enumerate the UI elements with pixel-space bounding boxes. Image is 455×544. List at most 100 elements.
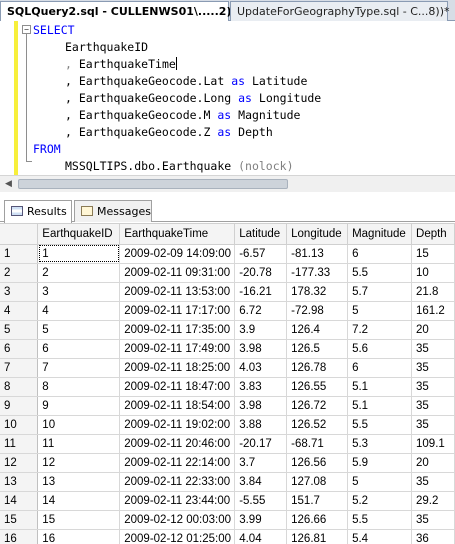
cell-longitude[interactable]: 126.72 (286, 396, 349, 416)
cell-rownum[interactable]: 1 (0, 244, 39, 264)
cell-depth[interactable]: 35 (411, 339, 455, 359)
table-row[interactable]: 1 1 2009-02-09 14:09:00 -6.57 -81.13 6 15 (0, 244, 455, 264)
cell-magnitude[interactable]: 5.3 (347, 434, 413, 454)
cell-earthquake-id[interactable]: 10 (37, 415, 121, 435)
sql-editor[interactable]: − SELECT EarthquakeID , EarthquakeTime ,… (0, 21, 455, 175)
cell-earthquake-time[interactable]: 2009-02-11 22:33:00 (119, 472, 236, 492)
cell-latitude[interactable]: 3.88 (234, 415, 288, 435)
cell-depth[interactable]: 35 (411, 396, 455, 416)
table-row[interactable]: 4 4 2009-02-11 17:17:00 6.72 -72.98 5 161.2 (0, 301, 455, 321)
cell-depth[interactable]: 20 (411, 320, 455, 340)
table-row[interactable]: 13 13 2009-02-11 22:33:00 3.84 127.08 5 35 (0, 472, 455, 492)
cell-latitude[interactable]: 3.98 (234, 339, 288, 359)
results-grid[interactable]: EarthquakeID EarthquakeTime Latitude Lon… (0, 223, 455, 544)
cell-earthquake-time[interactable]: 2009-02-11 18:47:00 (119, 377, 236, 397)
cell-latitude[interactable]: -16.21 (234, 282, 288, 302)
cell-earthquake-id[interactable]: 12 (37, 453, 121, 473)
cell-earthquake-time[interactable]: 2009-02-11 18:25:00 (119, 358, 236, 378)
table-row[interactable]: 15 15 2009-02-12 00:03:00 3.99 126.66 5.5 35 (0, 510, 455, 530)
table-row[interactable]: 11 11 2009-02-11 20:46:00 -20.17 -68.71 5.3 10… (0, 434, 455, 454)
cell-latitude[interactable]: 3.83 (234, 377, 288, 397)
tab-update-for-geography-type[interactable]: UpdateForGeographyType.sql - C...8))* (230, 1, 450, 21)
cell-earthquake-time[interactable]: 2009-02-11 20:46:00 (119, 434, 236, 454)
table-row[interactable]: 16 16 2009-02-12 01:25:00 4.04 126.81 5.4 36 (0, 529, 455, 544)
cell-latitude[interactable]: 4.03 (234, 358, 288, 378)
collapse-icon[interactable]: − (22, 25, 31, 34)
cell-magnitude[interactable]: 6 (347, 358, 413, 378)
cell-latitude[interactable]: 3.99 (234, 510, 288, 530)
cell-magnitude[interactable]: 5.5 (347, 510, 413, 530)
cell-latitude[interactable]: 3.98 (234, 396, 288, 416)
cell-earthquake-id[interactable]: 6 (37, 339, 121, 359)
cell-earthquake-time[interactable]: 2009-02-11 22:14:00 (119, 453, 236, 473)
cell-rownum[interactable]: 8 (0, 377, 39, 397)
editor-horizontal-scrollbar[interactable]: ◀ (0, 175, 455, 192)
cell-magnitude[interactable]: 5 (347, 472, 413, 492)
table-row[interactable]: 5 5 2009-02-11 17:35:00 3.9 126.4 7.2 20 (0, 320, 455, 340)
cell-latitude[interactable]: 6.72 (234, 301, 288, 321)
cell-depth[interactable]: 15 (411, 244, 455, 264)
cell-rownum[interactable]: 9 (0, 396, 39, 416)
cell-earthquake-time[interactable]: 2009-02-11 17:17:00 (119, 301, 236, 321)
cell-magnitude[interactable]: 5.9 (347, 453, 413, 473)
cell-rownum[interactable]: 7 (0, 358, 39, 378)
cell-magnitude[interactable]: 5.1 (347, 377, 413, 397)
cell-latitude[interactable]: 3.84 (234, 472, 288, 492)
tab-messages[interactable]: Messages (74, 200, 152, 222)
cell-latitude[interactable]: -20.17 (234, 434, 288, 454)
cell-earthquake-id[interactable]: 14 (37, 491, 121, 511)
cell-magnitude[interactable]: 5.5 (347, 263, 413, 283)
cell-depth[interactable]: 35 (411, 472, 455, 492)
cell-earthquake-time[interactable]: 2009-02-12 01:25:00 (119, 529, 236, 544)
table-row[interactable]: 10 10 2009-02-11 19:02:00 3.88 126.52 5.5 35 (0, 415, 455, 435)
cell-longitude[interactable]: -72.98 (286, 301, 349, 321)
cell-depth[interactable]: 35 (411, 358, 455, 378)
cell-latitude[interactable]: 3.9 (234, 320, 288, 340)
cell-latitude[interactable]: -6.57 (234, 244, 288, 264)
cell-earthquake-id[interactable]: 5 (37, 320, 121, 340)
cell-earthquake-id[interactable]: 15 (37, 510, 121, 530)
cell-magnitude[interactable]: 5.6 (347, 339, 413, 359)
cell-magnitude[interactable]: 5.4 (347, 529, 413, 544)
cell-depth[interactable]: 29.2 (411, 491, 455, 511)
column-header-longitude[interactable]: Longitude (286, 224, 349, 245)
cell-longitude[interactable]: 127.08 (286, 472, 349, 492)
cell-longitude[interactable]: 126.66 (286, 510, 349, 530)
table-row[interactable]: 2 2 2009-02-11 09:31:00 -20.78 -177.33 5.5 10 (0, 263, 455, 283)
cell-latitude[interactable]: 3.7 (234, 453, 288, 473)
table-row[interactable]: 7 7 2009-02-11 18:25:00 4.03 126.78 6 35 (0, 358, 455, 378)
cell-latitude[interactable]: -5.55 (234, 491, 288, 511)
tab-sqlquery2[interactable]: SQLQuery2.sql - CULLENWS01\.....2))* (0, 1, 242, 22)
cell-earthquake-id[interactable]: 2 (37, 263, 121, 283)
cell-earthquake-time[interactable]: 2009-02-11 13:53:00 (119, 282, 236, 302)
cell-depth[interactable]: 161.2 (411, 301, 455, 321)
table-row[interactable]: 14 14 2009-02-11 23:44:00 -5.55 151.7 5.2 29.2 (0, 491, 455, 511)
cell-earthquake-time[interactable]: 2009-02-11 23:44:00 (119, 491, 236, 511)
cell-rownum[interactable]: 5 (0, 320, 39, 340)
cell-depth[interactable]: 35 (411, 377, 455, 397)
cell-longitude[interactable]: -81.13 (286, 244, 349, 264)
cell-rownum[interactable]: 12 (0, 453, 39, 473)
cell-depth[interactable]: 35 (411, 510, 455, 530)
cell-longitude[interactable]: -68.71 (286, 434, 349, 454)
cell-magnitude[interactable]: 5 (347, 301, 413, 321)
cell-depth[interactable]: 21.8 (411, 282, 455, 302)
cell-rownum[interactable]: 13 (0, 472, 39, 492)
cell-earthquake-id[interactable]: 4 (37, 301, 121, 321)
cell-latitude[interactable]: 4.04 (234, 529, 288, 544)
cell-longitude[interactable]: 126.78 (286, 358, 349, 378)
table-row[interactable]: 9 9 2009-02-11 18:54:00 3.98 126.72 5.1 35 (0, 396, 455, 416)
cell-longitude[interactable]: 178.32 (286, 282, 349, 302)
cell-longitude[interactable]: 126.81 (286, 529, 349, 544)
cell-rownum[interactable]: 6 (0, 339, 39, 359)
cell-longitude[interactable]: 126.55 (286, 377, 349, 397)
cell-earthquake-id[interactable]: 9 (37, 396, 121, 416)
scroll-left-icon[interactable]: ◀ (5, 179, 12, 189)
cell-magnitude[interactable]: 7.2 (347, 320, 413, 340)
cell-earthquake-id[interactable]: 11 (37, 434, 121, 454)
cell-rownum[interactable]: 3 (0, 282, 39, 302)
column-header-magnitude[interactable]: Magnitude (347, 224, 413, 245)
cell-longitude[interactable]: -177.33 (286, 263, 349, 283)
cell-longitude[interactable]: 126.56 (286, 453, 349, 473)
tab-results[interactable]: Results (4, 200, 72, 223)
